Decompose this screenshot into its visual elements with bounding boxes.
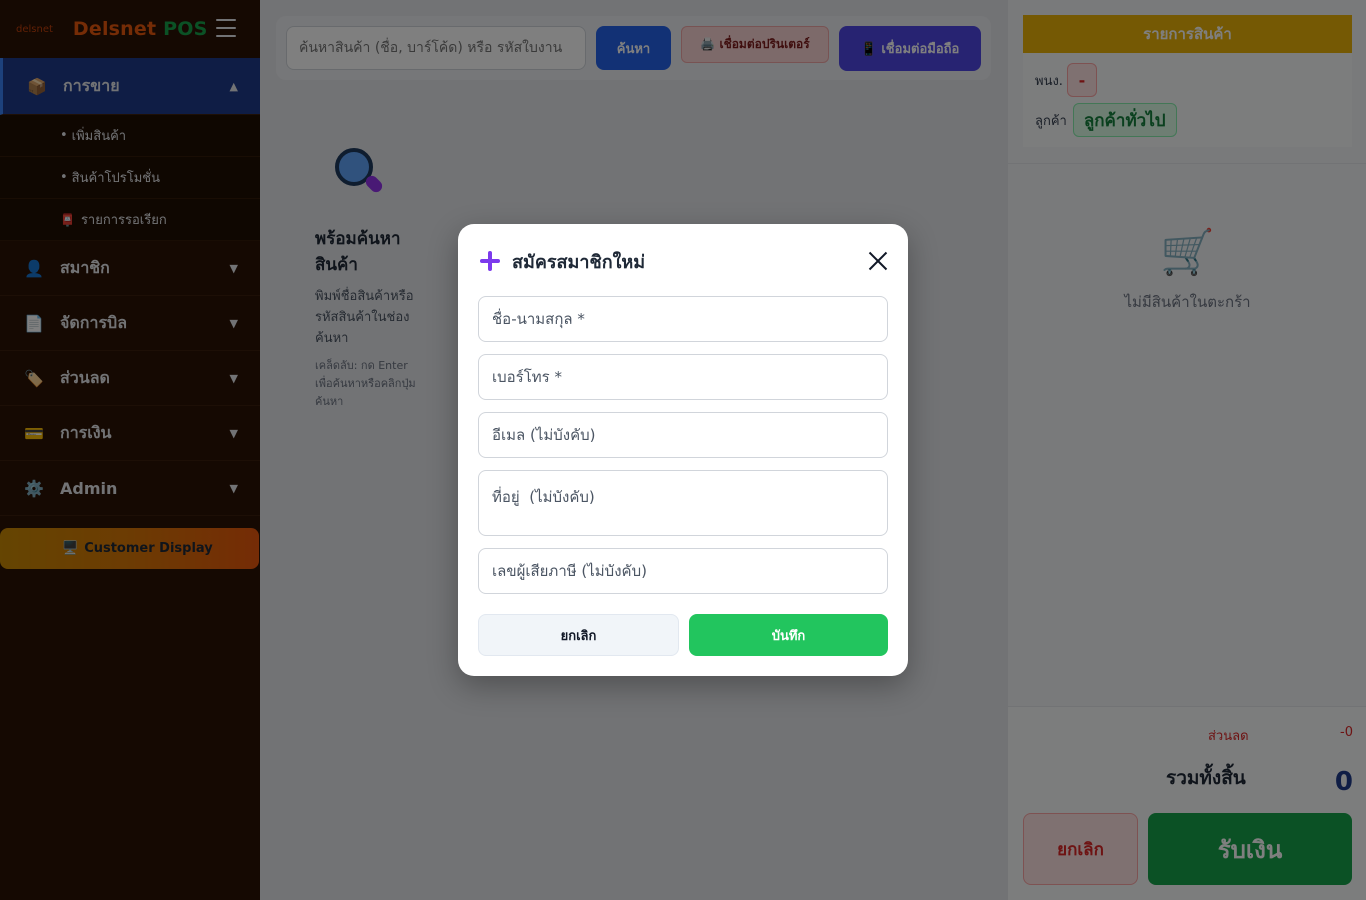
address-field[interactable] (478, 470, 888, 536)
phone-field[interactable] (478, 354, 888, 400)
register-member-modal: สมัครสมาชิกใหม่ ยกเลิก บันทึก (458, 224, 908, 676)
modal-header: สมัครสมาชิกใหม่ (480, 246, 888, 276)
close-icon[interactable] (868, 251, 888, 271)
tax-id-field[interactable] (478, 548, 888, 594)
email-field[interactable] (478, 412, 888, 458)
name-field[interactable] (478, 296, 888, 342)
modal-title: สมัครสมาชิกใหม่ (512, 251, 646, 273)
cancel-button[interactable]: ยกเลิก (478, 614, 679, 656)
plus-icon (480, 251, 500, 271)
save-button[interactable]: บันทึก (689, 614, 888, 656)
